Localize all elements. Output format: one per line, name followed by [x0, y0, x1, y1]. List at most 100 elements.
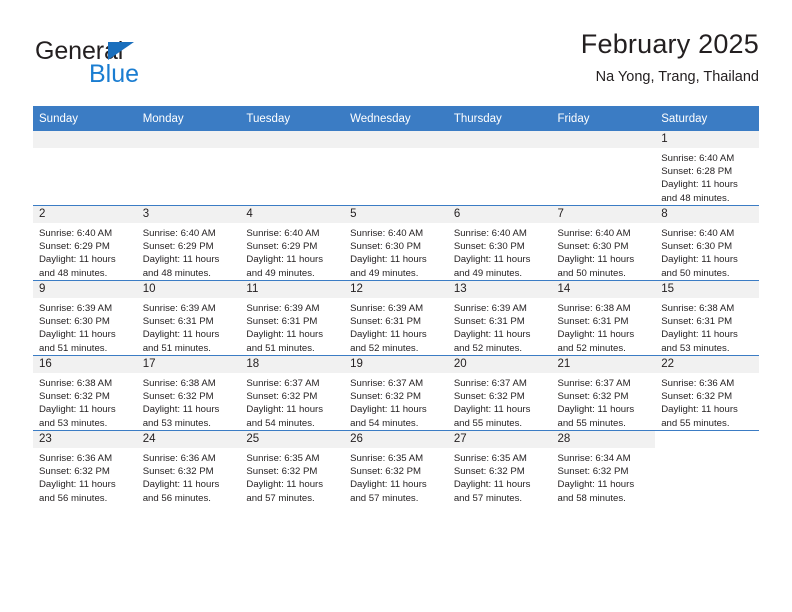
daylight-text-line2: and 56 minutes.	[39, 492, 108, 504]
sunset-text: Sunset: 6:32 PM	[39, 466, 110, 478]
calendar-day-cell[interactable]: 7 Sunrise: 6:40 AM Sunset: 6:30 PM Daylight…	[551, 205, 656, 281]
calendar-day-cell[interactable]: 16 Sunrise: 6:38 AM Sunset: 6:32 PM Dayligh…	[33, 355, 137, 431]
calendar-day-cell[interactable]: 27 Sunrise: 6:35 AM Sunset: 6:32 PM Dayligh…	[447, 430, 552, 505]
sunset-text: Sunset: 6:29 PM	[142, 241, 214, 253]
day-number: 23	[33, 431, 137, 448]
day-details: Sunrise: 6:37 AM Sunset: 6:32 PM Daylight:…	[448, 373, 552, 430]
day-details: Sunrise: 6:40 AM Sunset: 6:29 PM Daylight:…	[240, 223, 344, 280]
day-number: 3	[136, 206, 241, 223]
calendar-day-cell[interactable]: 3 Sunrise: 6:40 AM Sunset: 6:29 PM Daylight…	[136, 205, 241, 281]
sunrise-text: Sunrise: 6:36 AM	[142, 453, 216, 464]
calendar-day-cell[interactable]: 18 Sunrise: 6:37 AM Sunset: 6:32 PM Dayligh…	[240, 355, 345, 431]
sunset-text: Sunset: 6:30 PM	[557, 241, 629, 253]
calendar-day-cell[interactable]: 28 Sunrise: 6:34 AM Sunset: 6:32 PM Dayligh…	[551, 430, 656, 505]
calendar-day-cell[interactable]: 15 Sunrise: 6:38 AM Sunset: 6:31 PM Dayligh…	[655, 280, 759, 356]
calendar-day-cell[interactable]: 5 Sunrise: 6:40 AM Sunset: 6:30 PM Daylight…	[344, 205, 448, 281]
calendar-day-cell[interactable]: 20 Sunrise: 6:37 AM Sunset: 6:32 PM Dayligh…	[447, 355, 552, 431]
day-number: 12	[344, 281, 448, 298]
day-details: Sunrise: 6:36 AM Sunset: 6:32 PM Daylight:…	[137, 448, 241, 505]
calendar-day-cell[interactable]: 22 Sunrise: 6:36 AM Sunset: 6:32 PM Dayligh…	[655, 355, 759, 431]
day-details: Sunrise: 6:38 AM Sunset: 6:31 PM Daylight:…	[655, 298, 759, 355]
sunrise-text: Sunrise: 6:37 AM	[453, 378, 527, 389]
daylight-text-line1: Daylight: 11 hours	[350, 329, 427, 341]
day-details: Sunrise: 6:35 AM Sunset: 6:32 PM Daylight:…	[344, 448, 448, 505]
sunset-text: Sunset: 6:32 PM	[661, 391, 733, 403]
sunset-text: Sunset: 6:29 PM	[39, 241, 110, 253]
calendar-day-cell[interactable]: 19 Sunrise: 6:37 AM Sunset: 6:32 PM Dayligh…	[344, 355, 448, 431]
calendar-day-cell-empty	[447, 131, 552, 206]
calendar-day-cell-empty	[33, 131, 137, 206]
sunrise-text: Sunrise: 6:40 AM	[246, 228, 320, 239]
weekday-header-thursday: Thursday	[447, 106, 552, 131]
day-number: 20	[447, 356, 552, 373]
day-number: 1	[655, 131, 759, 148]
calendar-day-cell[interactable]: 13 Sunrise: 6:39 AM Sunset: 6:31 PM Dayligh…	[447, 280, 552, 356]
day-details: Sunrise: 6:37 AM Sunset: 6:32 PM Daylight:…	[344, 373, 448, 430]
day-number: 9	[33, 281, 137, 298]
calendar-header-row: Sunday Monday Tuesday Wednesday Thursday Frid…	[33, 106, 759, 131]
calendar-day-cell[interactable]: 1 Sunrise: 6:40 AM Sunset: 6:28 PM Daylight…	[655, 131, 759, 206]
daylight-text-line2: and 57 minutes.	[350, 492, 419, 504]
daylight-text-line2: and 51 minutes.	[142, 342, 211, 354]
day-number: 27	[447, 431, 552, 448]
sunset-text: Sunset: 6:32 PM	[350, 391, 422, 403]
day-details: Sunrise: 6:38 AM Sunset: 6:31 PM Daylight:…	[552, 298, 656, 355]
day-details: Sunrise: 6:40 AM Sunset: 6:30 PM Daylight:…	[448, 223, 552, 280]
daylight-text-line1: Daylight: 11 hours	[246, 404, 324, 416]
sunset-text: Sunset: 6:31 PM	[142, 316, 214, 328]
calendar-day-cell-empty	[136, 131, 241, 206]
sunset-text: Sunset: 6:32 PM	[246, 391, 318, 403]
sunrise-text: Sunrise: 6:39 AM	[350, 303, 424, 314]
day-number: 5	[344, 206, 448, 223]
page-title: February 2025	[580, 29, 759, 59]
day-details: Sunrise: 6:38 AM Sunset: 6:32 PM Daylight:…	[137, 373, 241, 430]
day-details: Sunrise: 6:40 AM Sunset: 6:29 PM Daylight:…	[137, 223, 241, 280]
sunrise-text: Sunrise: 6:38 AM	[661, 303, 735, 314]
calendar-week-row: 16 Sunrise: 6:38 AM Sunset: 6:32 PM Dayligh…	[33, 355, 759, 431]
daylight-text-line1: Daylight: 11 hours	[453, 404, 531, 416]
calendar-week-row: 1 Sunrise: 6:40 AM Sunset: 6:28 PM Daylight…	[33, 131, 759, 206]
calendar-day-cell[interactable]: 9 Sunrise: 6:39 AM Sunset: 6:30 PM Daylight…	[33, 280, 137, 356]
daylight-text-line2: and 52 minutes.	[350, 342, 419, 354]
day-details: Sunrise: 6:37 AM Sunset: 6:32 PM Daylight:…	[552, 373, 656, 430]
calendar-day-cell[interactable]: 25 Sunrise: 6:35 AM Sunset: 6:32 PM Dayligh…	[240, 430, 345, 505]
calendar-day-cell[interactable]: 14 Sunrise: 6:38 AM Sunset: 6:31 PM Dayligh…	[551, 280, 656, 356]
sunrise-text: Sunrise: 6:39 AM	[142, 303, 216, 314]
calendar-day-cell[interactable]: 23 Sunrise: 6:36 AM Sunset: 6:32 PM Dayligh…	[33, 430, 137, 505]
day-details: Sunrise: 6:40 AM Sunset: 6:29 PM Daylight:…	[33, 223, 137, 280]
calendar-day-cell[interactable]: 26 Sunrise: 6:35 AM Sunset: 6:32 PM Dayligh…	[344, 430, 448, 505]
day-number	[33, 131, 137, 148]
sunset-text: Sunset: 6:30 PM	[39, 316, 110, 328]
day-number: 28	[551, 431, 656, 448]
calendar-day-cell[interactable]: 6 Sunrise: 6:40 AM Sunset: 6:30 PM Daylight…	[447, 205, 552, 281]
daylight-text-line2: and 48 minutes.	[39, 267, 108, 279]
sunrise-text: Sunrise: 6:39 AM	[246, 303, 320, 314]
weekday-header-saturday: Saturday	[655, 106, 759, 131]
daylight-text-line2: and 53 minutes.	[661, 342, 730, 354]
calendar-day-cell[interactable]: 10 Sunrise: 6:39 AM Sunset: 6:31 PM Dayligh…	[136, 280, 241, 356]
daylight-text-line2: and 49 minutes.	[350, 267, 419, 279]
day-details: Sunrise: 6:36 AM Sunset: 6:32 PM Daylight:…	[655, 373, 759, 430]
day-number: 21	[551, 356, 656, 373]
calendar-day-cell[interactable]: 2 Sunrise: 6:40 AM Sunset: 6:29 PM Daylight…	[33, 205, 137, 281]
calendar-day-cell[interactable]: 24 Sunrise: 6:36 AM Sunset: 6:32 PM Dayligh…	[136, 430, 241, 505]
daylight-text-line1: Daylight: 11 hours	[246, 329, 324, 341]
calendar-day-cell[interactable]: 8 Sunrise: 6:40 AM Sunset: 6:30 PM Daylight…	[655, 205, 759, 281]
calendar-day-cell[interactable]: 4 Sunrise: 6:40 AM Sunset: 6:29 PM Daylight…	[240, 205, 345, 281]
calendar-day-cell[interactable]: 12 Sunrise: 6:39 AM Sunset: 6:31 PM Dayligh…	[344, 280, 448, 356]
day-number: 16	[33, 356, 137, 373]
day-details: Sunrise: 6:39 AM Sunset: 6:31 PM Daylight:…	[137, 298, 241, 355]
sunrise-text: Sunrise: 6:35 AM	[246, 453, 320, 464]
daylight-text-line1: Daylight: 11 hours	[350, 479, 427, 491]
calendar-day-cell[interactable]: 21 Sunrise: 6:37 AM Sunset: 6:32 PM Dayligh…	[551, 355, 656, 431]
daylight-text-line1: Daylight: 11 hours	[661, 179, 738, 191]
day-details: Sunrise: 6:35 AM Sunset: 6:32 PM Daylight:…	[448, 448, 552, 505]
calendar-day-cell[interactable]: 11 Sunrise: 6:39 AM Sunset: 6:31 PM Dayligh…	[240, 280, 345, 356]
day-number: 24	[136, 431, 241, 448]
daylight-text-line2: and 55 minutes.	[453, 417, 523, 429]
day-number: 4	[240, 206, 345, 223]
daylight-text-line1: Daylight: 11 hours	[246, 254, 324, 266]
calendar-day-cell[interactable]: 17 Sunrise: 6:38 AM Sunset: 6:32 PM Dayligh…	[136, 355, 241, 431]
daylight-text-line2: and 52 minutes.	[557, 342, 626, 354]
sunset-text: Sunset: 6:32 PM	[350, 466, 422, 478]
